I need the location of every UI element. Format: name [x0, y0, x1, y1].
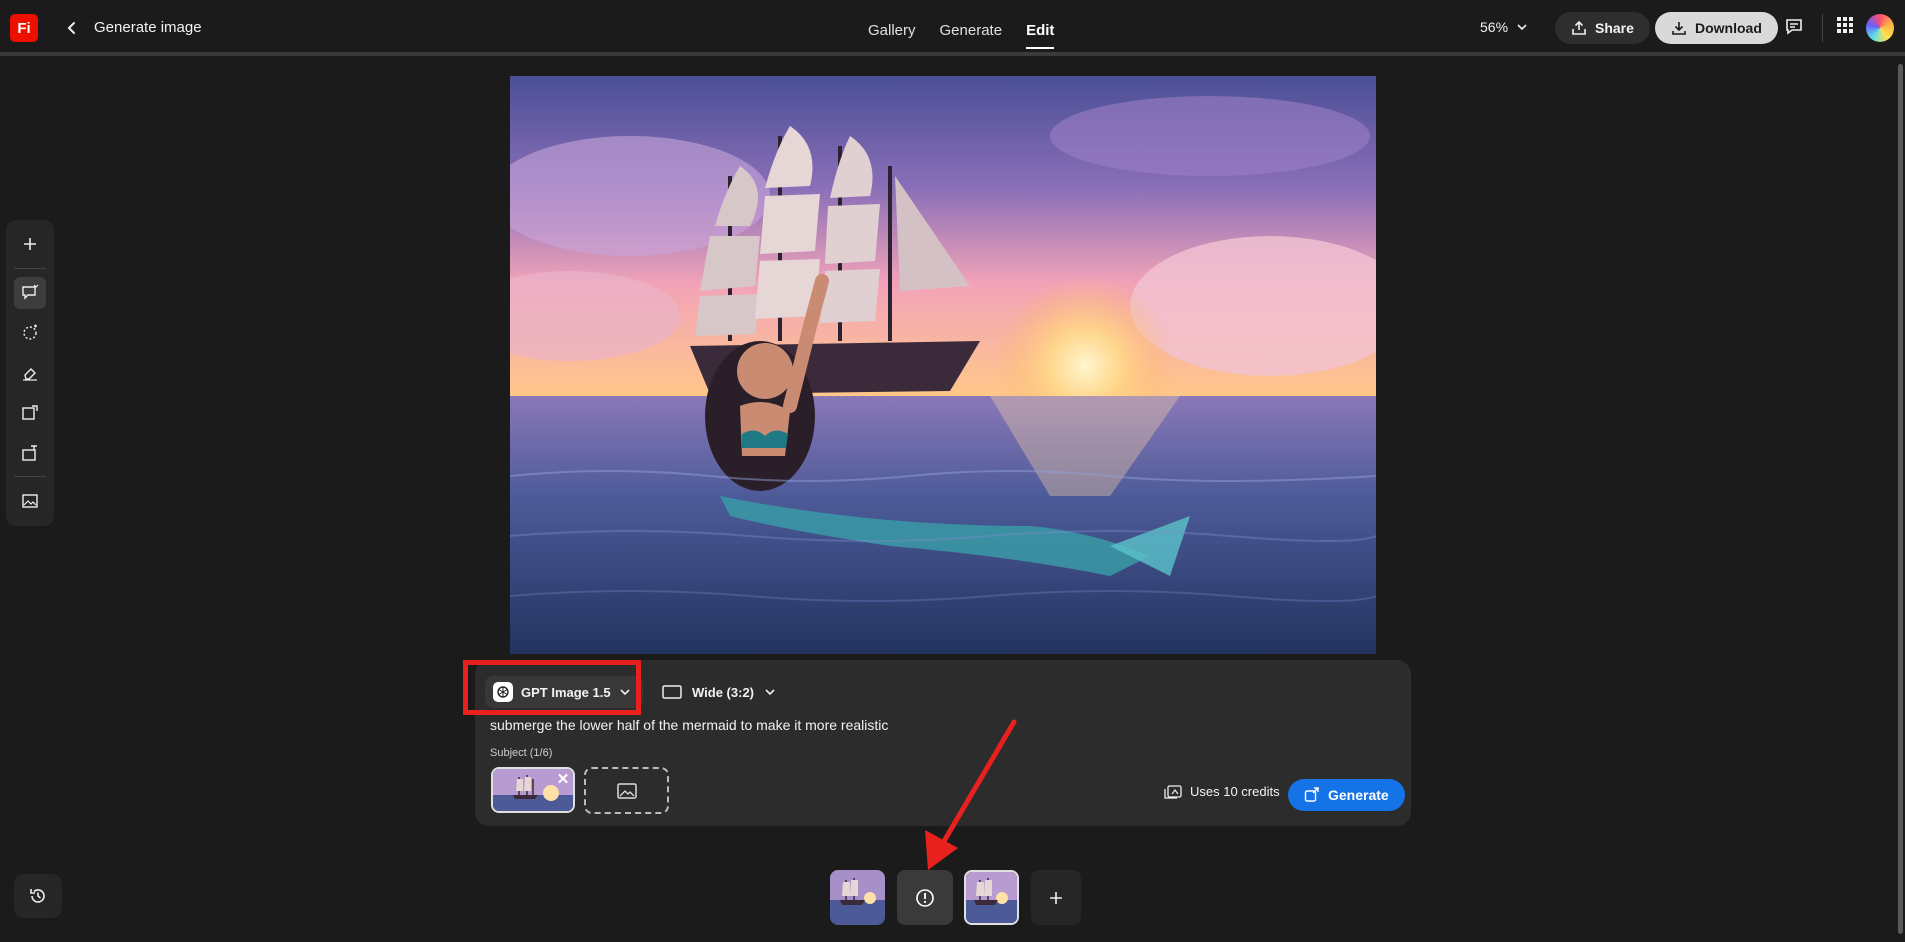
- subject-label: Subject (1/6): [490, 747, 553, 759]
- generate-label: Generate: [1328, 787, 1389, 803]
- toolbar-divider: [14, 268, 46, 269]
- scrollbar-thumb[interactable]: [1898, 64, 1903, 934]
- tab-edit[interactable]: Edit: [1026, 22, 1055, 49]
- share-icon: [1572, 20, 1586, 35]
- upscale-icon[interactable]: [14, 437, 46, 469]
- credits-label: Uses 10 credits: [1190, 784, 1280, 799]
- aspect-ratio-icon: [662, 685, 682, 699]
- prompt-input[interactable]: submerge the lower half of the mermaid t…: [490, 717, 888, 733]
- filmstrip-thumbnail-selected[interactable]: [964, 870, 1019, 925]
- header-divider: [1822, 14, 1823, 42]
- avatar[interactable]: [1866, 14, 1894, 42]
- reference-image-icon[interactable]: [14, 485, 46, 517]
- generate-icon: [1304, 787, 1319, 802]
- add-subject-image-button[interactable]: [584, 767, 669, 814]
- zoom-value: 56%: [1480, 19, 1509, 35]
- filmstrip-error-item[interactable]: [897, 870, 953, 925]
- download-label: Download: [1695, 20, 1762, 36]
- expand-icon[interactable]: [14, 397, 46, 429]
- history-icon: [30, 889, 45, 903]
- firefly-logo[interactable]: Fi: [10, 14, 38, 42]
- aspect-label: Wide (3:2): [692, 684, 754, 700]
- download-icon: [1672, 22, 1686, 35]
- page-title: Generate image: [94, 19, 202, 36]
- remove-icon[interactable]: [14, 357, 46, 389]
- image-icon: [616, 782, 637, 799]
- comment-icon[interactable]: [1784, 16, 1804, 41]
- tab-generate[interactable]: Generate: [940, 22, 1003, 49]
- back-icon[interactable]: [60, 16, 84, 40]
- aspect-ratio-select[interactable]: Wide (3:2): [662, 676, 776, 708]
- add-variation-button[interactable]: [1031, 870, 1081, 925]
- generate-button[interactable]: Generate: [1288, 779, 1405, 811]
- nav-tabs: Gallery Generate Edit: [868, 22, 1055, 49]
- chevron-down-icon: [765, 689, 775, 696]
- chevron-down-icon: [1517, 24, 1527, 31]
- credits-info: Uses 10 credits: [1164, 784, 1280, 799]
- warning-icon: [916, 888, 934, 907]
- prompt-edit-icon[interactable]: [14, 277, 46, 309]
- filmstrip-thumbnail[interactable]: [830, 870, 885, 925]
- share-button[interactable]: Share: [1555, 12, 1650, 44]
- top-bar: Fi Generate image Gallery Generate Edit …: [0, 0, 1905, 56]
- edit-toolbar: [6, 220, 54, 526]
- close-icon[interactable]: ✕: [554, 770, 572, 788]
- history-button[interactable]: [14, 874, 62, 918]
- credits-icon: [1164, 784, 1182, 799]
- select-icon[interactable]: [14, 317, 46, 349]
- generated-image[interactable]: [510, 76, 1376, 654]
- apps-grid-icon[interactable]: [1836, 16, 1854, 39]
- add-icon: [1050, 891, 1062, 904]
- annotation-highlight-box: [463, 660, 641, 715]
- toolbar-divider: [14, 476, 46, 477]
- download-button[interactable]: Download: [1655, 12, 1778, 44]
- tab-gallery[interactable]: Gallery: [868, 22, 916, 49]
- share-label: Share: [1595, 20, 1634, 36]
- zoom-select[interactable]: 56%: [1480, 19, 1528, 35]
- add-icon[interactable]: [14, 228, 46, 260]
